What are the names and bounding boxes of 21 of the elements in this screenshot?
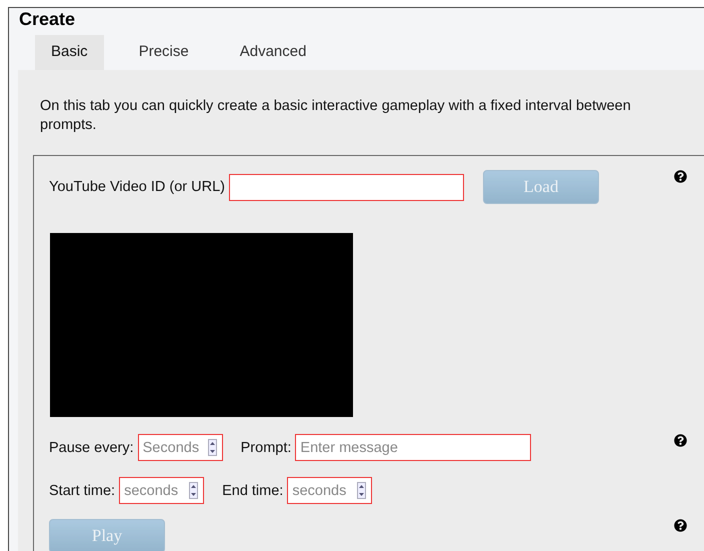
field-label: End time: xyxy=(222,482,284,498)
page-title: Create xyxy=(18,8,76,31)
field-label: YouTube Video ID (or URL) xyxy=(49,179,225,195)
tab[interactable]: Advanced xyxy=(224,35,322,70)
message-field[interactable]: Enter message xyxy=(295,434,532,461)
field-label: Start time: xyxy=(49,482,116,498)
number-field[interactable]: seconds xyxy=(119,477,204,504)
field-label: Pause every: xyxy=(49,440,134,456)
help-icon[interactable] xyxy=(674,434,687,447)
spinner-icon[interactable] xyxy=(208,439,217,456)
video-id-field[interactable] xyxy=(228,174,464,200)
number-field[interactable]: Seconds xyxy=(138,434,223,461)
help-icon[interactable] xyxy=(674,170,687,183)
tab[interactable]: Basic xyxy=(35,35,104,70)
tab[interactable]: Precise xyxy=(122,35,205,70)
spinner-icon[interactable] xyxy=(357,482,366,499)
field-label: Prompt: xyxy=(240,440,292,456)
description: On this tab you can quickly create a basic interactive gameplay with a fixed interval between prompts. xyxy=(40,97,632,135)
number-field[interactable]: seconds xyxy=(287,477,372,504)
spinner-icon[interactable] xyxy=(189,482,198,499)
help-icon[interactable] xyxy=(674,519,687,532)
